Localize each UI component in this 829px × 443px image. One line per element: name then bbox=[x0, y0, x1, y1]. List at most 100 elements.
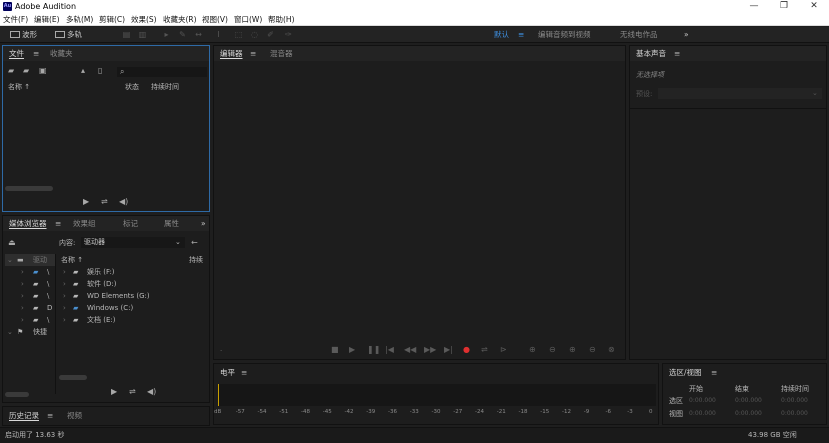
tab-properties[interactable]: 属性 bbox=[164, 218, 179, 229]
tab-media-browser[interactable]: 媒体浏览器 bbox=[9, 218, 47, 229]
history-menu-icon[interactable]: ≡ bbox=[47, 410, 53, 421]
menu-clip[interactable]: 剪辑(C) bbox=[99, 14, 125, 25]
zoom-full-icon[interactable]: ⊗ bbox=[608, 345, 615, 355]
autoplay-icon[interactable]: ◀) bbox=[147, 387, 156, 397]
menu-file[interactable]: 文件(F) bbox=[3, 14, 28, 25]
tab-files[interactable]: 文件 bbox=[9, 48, 24, 59]
tree-item[interactable]: D bbox=[47, 303, 52, 313]
list-item[interactable]: 软件 (D:) bbox=[87, 279, 116, 289]
multitrack-view-button[interactable]: 多轨 bbox=[55, 29, 82, 41]
rewind-icon[interactable]: ◀◀ bbox=[404, 345, 416, 355]
workspace-menu-icon[interactable]: ≡ bbox=[518, 29, 524, 41]
workspace-default[interactable]: 默认 bbox=[494, 29, 509, 41]
tab-markers[interactable]: 标记 bbox=[123, 218, 138, 229]
play-icon[interactable]: ▶ bbox=[349, 345, 355, 355]
view-duration-field[interactable]: 0:00.000 bbox=[781, 409, 808, 419]
workspace-edit-to-video[interactable]: 编辑音频到视频 bbox=[538, 29, 591, 41]
menu-effects[interactable]: 效果(S) bbox=[131, 14, 157, 25]
zoom-in-time-icon[interactable]: ⊕ bbox=[569, 345, 576, 355]
zoom-out-time-icon[interactable]: ⊖ bbox=[589, 345, 596, 355]
list-item[interactable]: Windows (C:) bbox=[87, 303, 133, 313]
loop-playback-icon[interactable]: ⇌ bbox=[481, 345, 488, 355]
import-icon[interactable]: ▰ bbox=[23, 66, 29, 76]
waveform-view-button[interactable]: 波形 bbox=[10, 29, 37, 41]
selection-duration-field[interactable]: 0:00.000 bbox=[781, 396, 808, 406]
selection-view-title[interactable]: 选区/视图 bbox=[669, 367, 702, 378]
record-icon[interactable]: ● bbox=[463, 345, 470, 355]
tree-item[interactable]: \ bbox=[47, 315, 49, 325]
play-icon[interactable]: ▶ bbox=[83, 197, 89, 207]
drive-shortcut-icon[interactable]: ⏏ bbox=[8, 238, 16, 248]
minimize-button[interactable]: — bbox=[740, 0, 768, 13]
stop-icon[interactable]: ■ bbox=[331, 345, 339, 355]
spectral-frequency-icon[interactable]: ▤ bbox=[122, 30, 131, 39]
menu-favorites[interactable]: 收藏夹(R) bbox=[163, 14, 197, 25]
delete-icon[interactable]: ▯ bbox=[98, 66, 102, 76]
move-to-start-icon[interactable]: |◀ bbox=[385, 345, 394, 355]
media-menu-icon[interactable]: ≡ bbox=[55, 218, 61, 229]
levels-menu-icon[interactable]: ≡ bbox=[241, 367, 247, 378]
skip-icon[interactable]: ⊳ bbox=[500, 345, 507, 355]
column-duration[interactable]: 持续时间 bbox=[151, 82, 179, 92]
list-item[interactable]: 文档 (E:) bbox=[87, 315, 115, 325]
editor-menu-icon[interactable]: ≡ bbox=[250, 48, 256, 59]
loop-icon[interactable]: ⇌ bbox=[101, 197, 108, 207]
workspace-more-icon[interactable]: » bbox=[684, 29, 689, 41]
tab-favorites[interactable]: 收藏夹 bbox=[50, 48, 73, 59]
view-end-field[interactable]: 0:00.000 bbox=[735, 409, 762, 419]
new-file-icon[interactable]: ▣ bbox=[39, 66, 47, 76]
essential-sound-title[interactable]: 基本声音 bbox=[636, 48, 666, 59]
preset-dropdown[interactable]: ⌄ bbox=[658, 88, 822, 99]
close-button[interactable]: ✕ bbox=[800, 0, 828, 13]
tab-mixer[interactable]: 混音器 bbox=[270, 48, 293, 59]
media-more-icon[interactable]: » bbox=[201, 218, 206, 229]
levels-title[interactable]: 电平 bbox=[220, 367, 235, 378]
list-scrollbar[interactable] bbox=[59, 375, 87, 380]
zoom-in-amplitude-icon[interactable]: ⊕ bbox=[529, 345, 536, 355]
fast-forward-icon[interactable]: ▶▶ bbox=[424, 345, 436, 355]
menu-help[interactable]: 帮助(H) bbox=[268, 14, 295, 25]
tab-editor[interactable]: 编辑器 bbox=[220, 48, 243, 59]
workspace-radio[interactable]: 无线电作品 bbox=[620, 29, 658, 41]
maximize-button[interactable]: ❐ bbox=[770, 0, 798, 13]
healing-brush-icon[interactable]: ✑ bbox=[284, 30, 293, 39]
tab-video[interactable]: 视频 bbox=[67, 410, 82, 421]
list-item[interactable]: WD Elements (G:) bbox=[87, 291, 150, 301]
pause-icon[interactable]: ❚❚ bbox=[367, 345, 380, 355]
menu-view[interactable]: 视图(V) bbox=[202, 14, 228, 25]
razor-tool-icon[interactable]: ✎ bbox=[178, 30, 187, 39]
move-tool-icon[interactable]: ▸ bbox=[162, 30, 171, 39]
list-column-name[interactable]: 名称 ↑ bbox=[61, 255, 83, 265]
time-selection-icon[interactable]: I bbox=[214, 30, 223, 39]
tree-scrollbar[interactable] bbox=[5, 392, 29, 397]
back-arrow-icon[interactable]: ← bbox=[191, 238, 198, 248]
column-name[interactable]: 名称 ↑ bbox=[8, 82, 30, 92]
slip-tool-icon[interactable]: ↔ bbox=[194, 30, 203, 39]
selection-end-field[interactable]: 0:00.000 bbox=[735, 396, 762, 406]
files-menu-icon[interactable]: ≡ bbox=[33, 48, 39, 59]
list-column-duration[interactable]: 持续 bbox=[189, 255, 203, 265]
menu-window[interactable]: 窗口(W) bbox=[234, 14, 262, 25]
selection-start-field[interactable]: 0:00.000 bbox=[689, 396, 716, 406]
view-start-field[interactable]: 0:00.000 bbox=[689, 409, 716, 419]
tree-item[interactable]: \ bbox=[47, 267, 49, 277]
tree-item[interactable]: \ bbox=[47, 291, 49, 301]
brush-icon[interactable]: ✐ bbox=[266, 30, 275, 39]
content-dropdown[interactable]: 驱动器 ⌄ bbox=[81, 237, 185, 248]
zoom-out-amplitude-icon[interactable]: ⊖ bbox=[549, 345, 556, 355]
menu-multitrack[interactable]: 多轨(M) bbox=[66, 14, 93, 25]
tree-item-shortcuts[interactable]: 快捷 bbox=[33, 327, 47, 337]
autoplay-icon[interactable]: ◀) bbox=[119, 197, 128, 207]
files-scrollbar[interactable] bbox=[5, 186, 53, 191]
open-folder-icon[interactable]: ▰ bbox=[8, 66, 14, 76]
play-icon[interactable]: ▶ bbox=[111, 387, 117, 397]
lasso-icon[interactable]: ◌ bbox=[250, 30, 259, 39]
essential-sound-menu-icon[interactable]: ≡ bbox=[674, 48, 680, 59]
tab-effects-group[interactable]: 效果组 bbox=[73, 218, 96, 229]
list-item[interactable]: 娱乐 (F:) bbox=[87, 267, 115, 277]
files-search-input[interactable]: ⌕ bbox=[117, 67, 207, 77]
move-to-end-icon[interactable]: ▶| bbox=[444, 345, 453, 355]
insert-icon[interactable]: ▴ bbox=[81, 66, 85, 76]
tree-item[interactable]: \ bbox=[47, 279, 49, 289]
selection-view-menu-icon[interactable]: ≡ bbox=[711, 367, 717, 378]
